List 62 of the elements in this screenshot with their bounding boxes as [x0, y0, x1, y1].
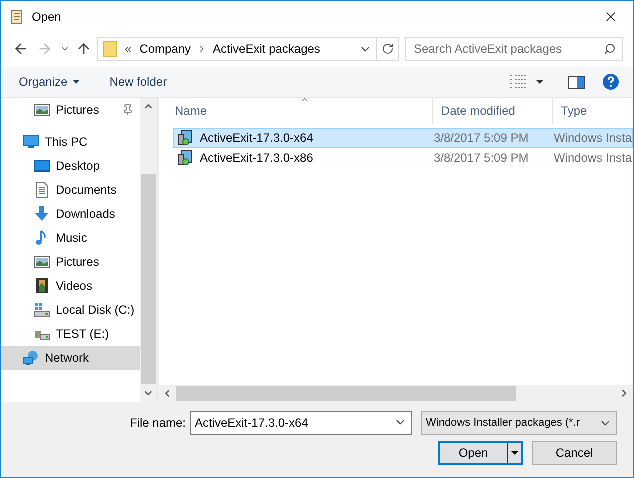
column-header[interactable]: Date modified: [433, 98, 554, 124]
overflow-marker[interactable]: «: [125, 40, 132, 58]
file-row[interactable]: ActiveExit-17.3.0-x64 3/8/2017 5:09 PM Windows Insta: [173, 128, 633, 148]
file-name: ActiveExit-17.3.0-x64: [200, 130, 314, 147]
installer-icon: [178, 130, 194, 146]
scroll-icon: [9, 8, 25, 24]
file-name-field[interactable]: ActiveExit-17.3.0-x64: [190, 411, 412, 435]
sidebar-item[interactable]: Local Disk (C:): [1, 298, 140, 322]
date-cell-text: 3/8/2017 5:09 PM: [434, 150, 530, 167]
open-button[interactable]: Open: [438, 441, 523, 465]
sidebar-item[interactable]: Network: [1, 346, 140, 370]
installer-icon: [178, 150, 194, 166]
sidebar-item[interactable]: Pictures: [1, 250, 140, 274]
file-name-label: File name:: [130, 415, 186, 432]
file-name: ActiveExit-17.3.0-x86: [200, 150, 314, 167]
type-cell-text: Windows Insta: [554, 150, 632, 167]
address-bar[interactable]: « Company ActiveExit packages: [97, 37, 399, 61]
sidebar-item[interactable]: Downloads: [1, 202, 140, 226]
type-cell-text: Windows Insta: [554, 130, 632, 147]
sidebar-item[interactable]: This PC: [1, 130, 140, 154]
sidebar-item[interactable]: Music: [1, 226, 140, 250]
folder-icon: [103, 41, 117, 57]
desktop-icon: [34, 158, 50, 174]
network-icon: [23, 350, 39, 366]
sidebar-item[interactable]: Desktop: [1, 154, 140, 178]
file-type-dropdown[interactable]: Windows Installer packages (*.r: [421, 411, 617, 435]
scrollbar-thumb[interactable]: [141, 174, 156, 384]
drive-icon: [34, 302, 50, 318]
scrollbar-thumb[interactable]: [176, 386, 516, 401]
search-icon: [604, 43, 616, 55]
new-folder-button[interactable]: New folder: [110, 73, 168, 91]
film-icon: [34, 278, 50, 294]
cancel-button[interactable]: Cancel: [532, 441, 617, 465]
monitor-icon: [23, 134, 39, 150]
file-row[interactable]: ActiveExit-17.3.0-x86 3/8/2017 5:09 PM Windows Insta: [173, 148, 633, 168]
breadcrumb[interactable]: Company: [140, 40, 192, 58]
document-icon: [34, 182, 50, 198]
window-title: Open: [32, 8, 62, 26]
breadcrumb[interactable]: ActiveExit packages: [213, 40, 320, 58]
vertical-scrollbar[interactable]: [140, 98, 157, 402]
download-arrow-icon: [34, 206, 50, 222]
view-options-icon[interactable]: [510, 75, 526, 89]
horizontal-scrollbar[interactable]: [159, 385, 633, 402]
date-cell-text: 3/8/2017 5:09 PM: [434, 130, 530, 147]
caret-icon[interactable]: [536, 80, 544, 84]
sidebar-item[interactable]: Documents: [1, 178, 140, 202]
preview-pane-icon[interactable]: [568, 76, 585, 88]
picture-icon: [34, 102, 50, 118]
pin-icon[interactable]: [122, 104, 134, 116]
refresh-icon: [382, 43, 394, 55]
search-field[interactable]: Search ActiveExit packages: [405, 37, 623, 61]
column-header[interactable]: Type: [553, 98, 633, 124]
sidebar-item[interactable]: TEST (E:): [1, 322, 140, 346]
forward-arrow-icon: [37, 41, 53, 57]
picture-icon: [34, 254, 50, 270]
caret-icon: [510, 451, 518, 455]
help-icon[interactable]: [603, 74, 619, 90]
sidebar-item[interactable]: Pictures: [1, 98, 140, 122]
organize-menu[interactable]: Organize: [19, 73, 80, 91]
sidebar-item[interactable]: Videos: [1, 274, 140, 298]
column-header[interactable]: Name: [167, 98, 434, 124]
caret-icon: [72, 80, 80, 84]
